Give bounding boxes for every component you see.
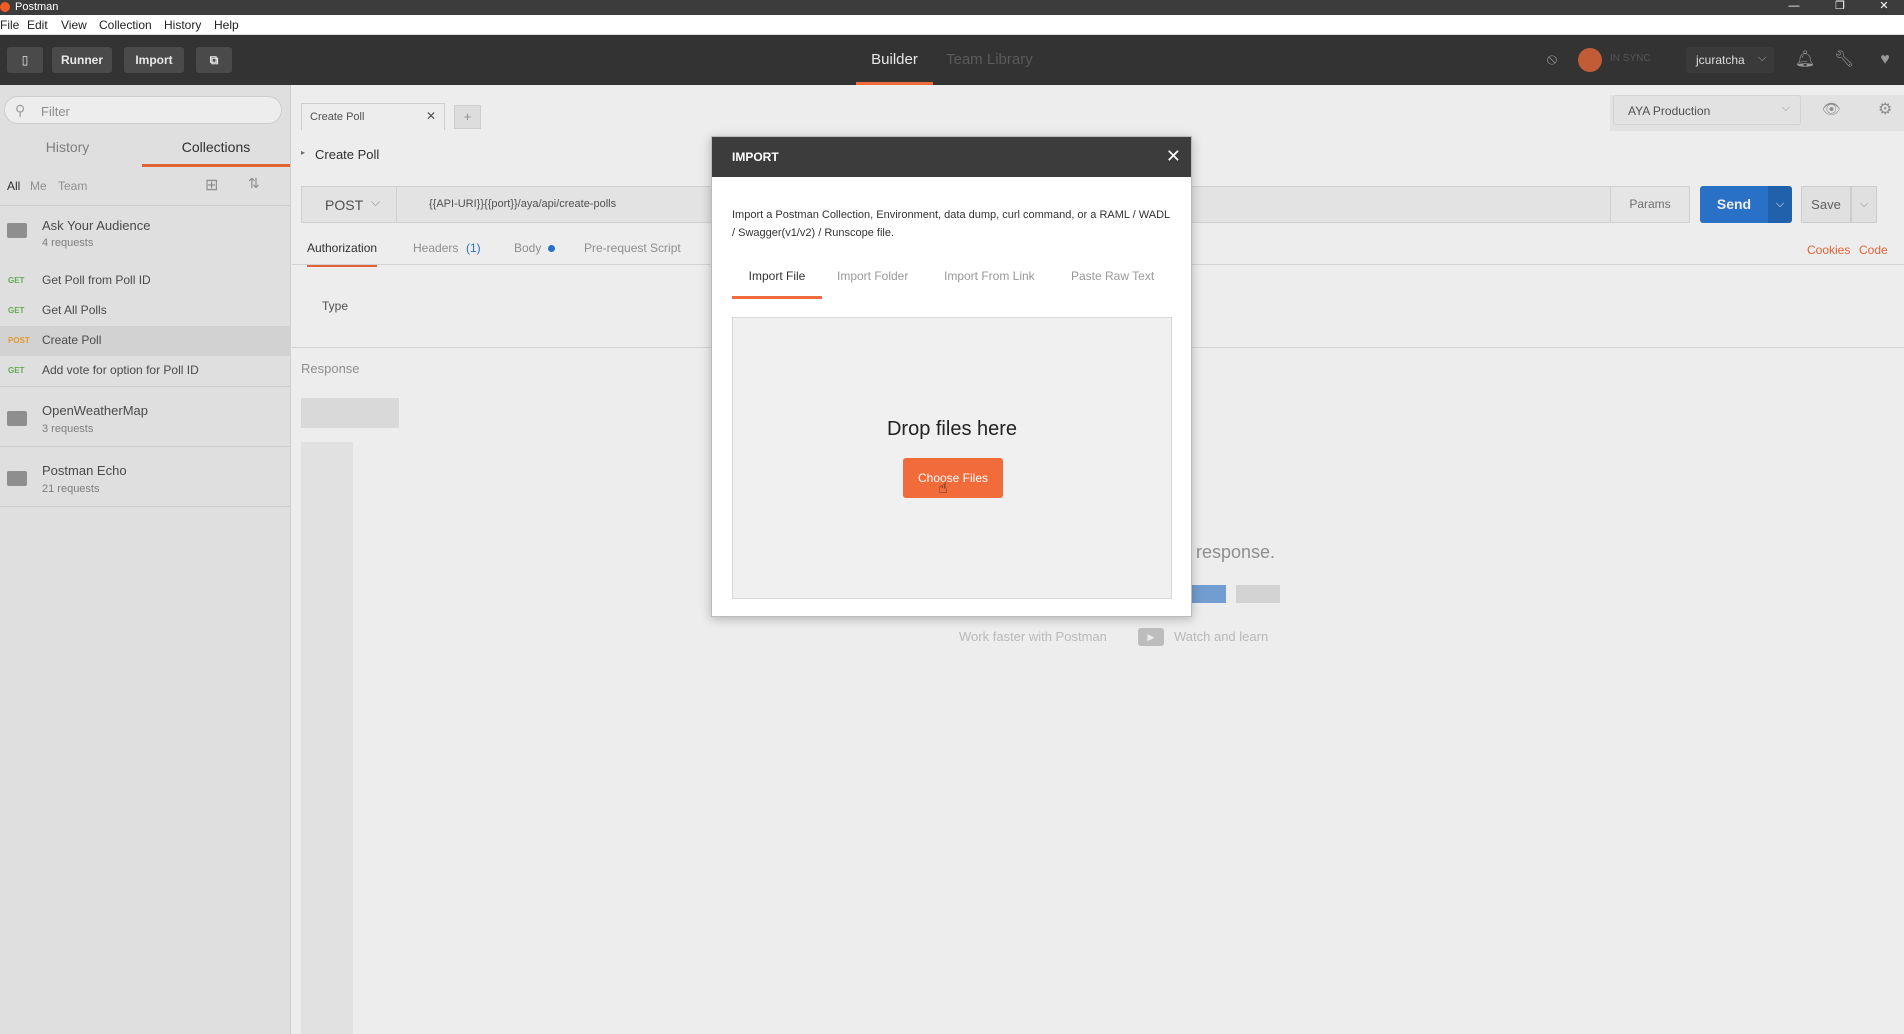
main-toolbar: ▯ Runner Import ⧉ Builder Team Library ⦸… (0, 35, 1904, 85)
tab-team-library[interactable]: Team Library (946, 35, 1036, 85)
new-window-button[interactable]: ⧉ (196, 47, 232, 73)
drop-files-text: Drop files here (886, 418, 1018, 440)
menu-bar: File Edit View Collection History Help (0, 15, 1904, 35)
maximize-button[interactable]: ❐ (1820, 0, 1860, 15)
window-title: Postman (15, 1, 59, 13)
import-button[interactable]: Import (124, 47, 184, 73)
tab-import-folder[interactable]: Import Folder (837, 269, 908, 299)
runner-button[interactable]: Runner (52, 47, 112, 73)
bell-icon[interactable]: 🔔︎ (1793, 48, 1817, 72)
sync-icon[interactable] (1578, 48, 1602, 72)
sidebar-icon: ▯ (21, 53, 29, 67)
close-window-button[interactable]: ✕ (1864, 0, 1904, 15)
menu-edit[interactable]: Edit (27, 18, 48, 32)
user-name: jcuratcha (1696, 53, 1745, 67)
menu-view[interactable]: View (61, 18, 87, 32)
menu-history[interactable]: History (164, 18, 201, 32)
minimize-button[interactable]: — (1774, 0, 1814, 15)
tab-import-file[interactable]: Import File (732, 269, 822, 299)
import-modal: IMPORT ✕ Import a Postman Collection, En… (711, 136, 1192, 617)
window-titlebar: Postman — ❐ ✕ (0, 0, 1904, 15)
modal-description: Import a Postman Collection, Environment… (732, 209, 1170, 239)
chevron-down-icon: ⌵ (1758, 52, 1767, 64)
menu-collection[interactable]: Collection (99, 18, 152, 32)
sync-status: IN SYNC (1610, 53, 1651, 64)
interceptor-icon[interactable]: ⦸ (1540, 48, 1564, 72)
choose-files-button[interactable]: Choose Files (903, 458, 1003, 498)
wrench-icon[interactable]: 🔧︎ (1832, 48, 1856, 72)
user-dropdown[interactable]: jcuratcha ⌵ (1686, 47, 1774, 73)
modal-header: IMPORT ✕ (712, 137, 1191, 177)
tab-import-from-link[interactable]: Import From Link (944, 269, 1035, 299)
file-dropzone[interactable]: Drop files here Choose Files (732, 317, 1172, 599)
modal-title: IMPORT (732, 150, 779, 164)
tab-paste-raw-text[interactable]: Paste Raw Text (1071, 269, 1154, 299)
menu-file[interactable]: File (0, 18, 19, 32)
close-icon[interactable]: ✕ (1166, 146, 1181, 167)
postman-logo-icon (0, 2, 10, 12)
menu-help[interactable]: Help (214, 18, 239, 32)
tab-builder[interactable]: Builder (856, 35, 933, 85)
new-window-icon: ⧉ (209, 53, 219, 67)
toggle-sidebar-button[interactable]: ▯ (7, 47, 43, 73)
hand-cursor-icon: ☝ (938, 480, 948, 497)
heart-icon[interactable]: ♥ (1873, 48, 1897, 72)
